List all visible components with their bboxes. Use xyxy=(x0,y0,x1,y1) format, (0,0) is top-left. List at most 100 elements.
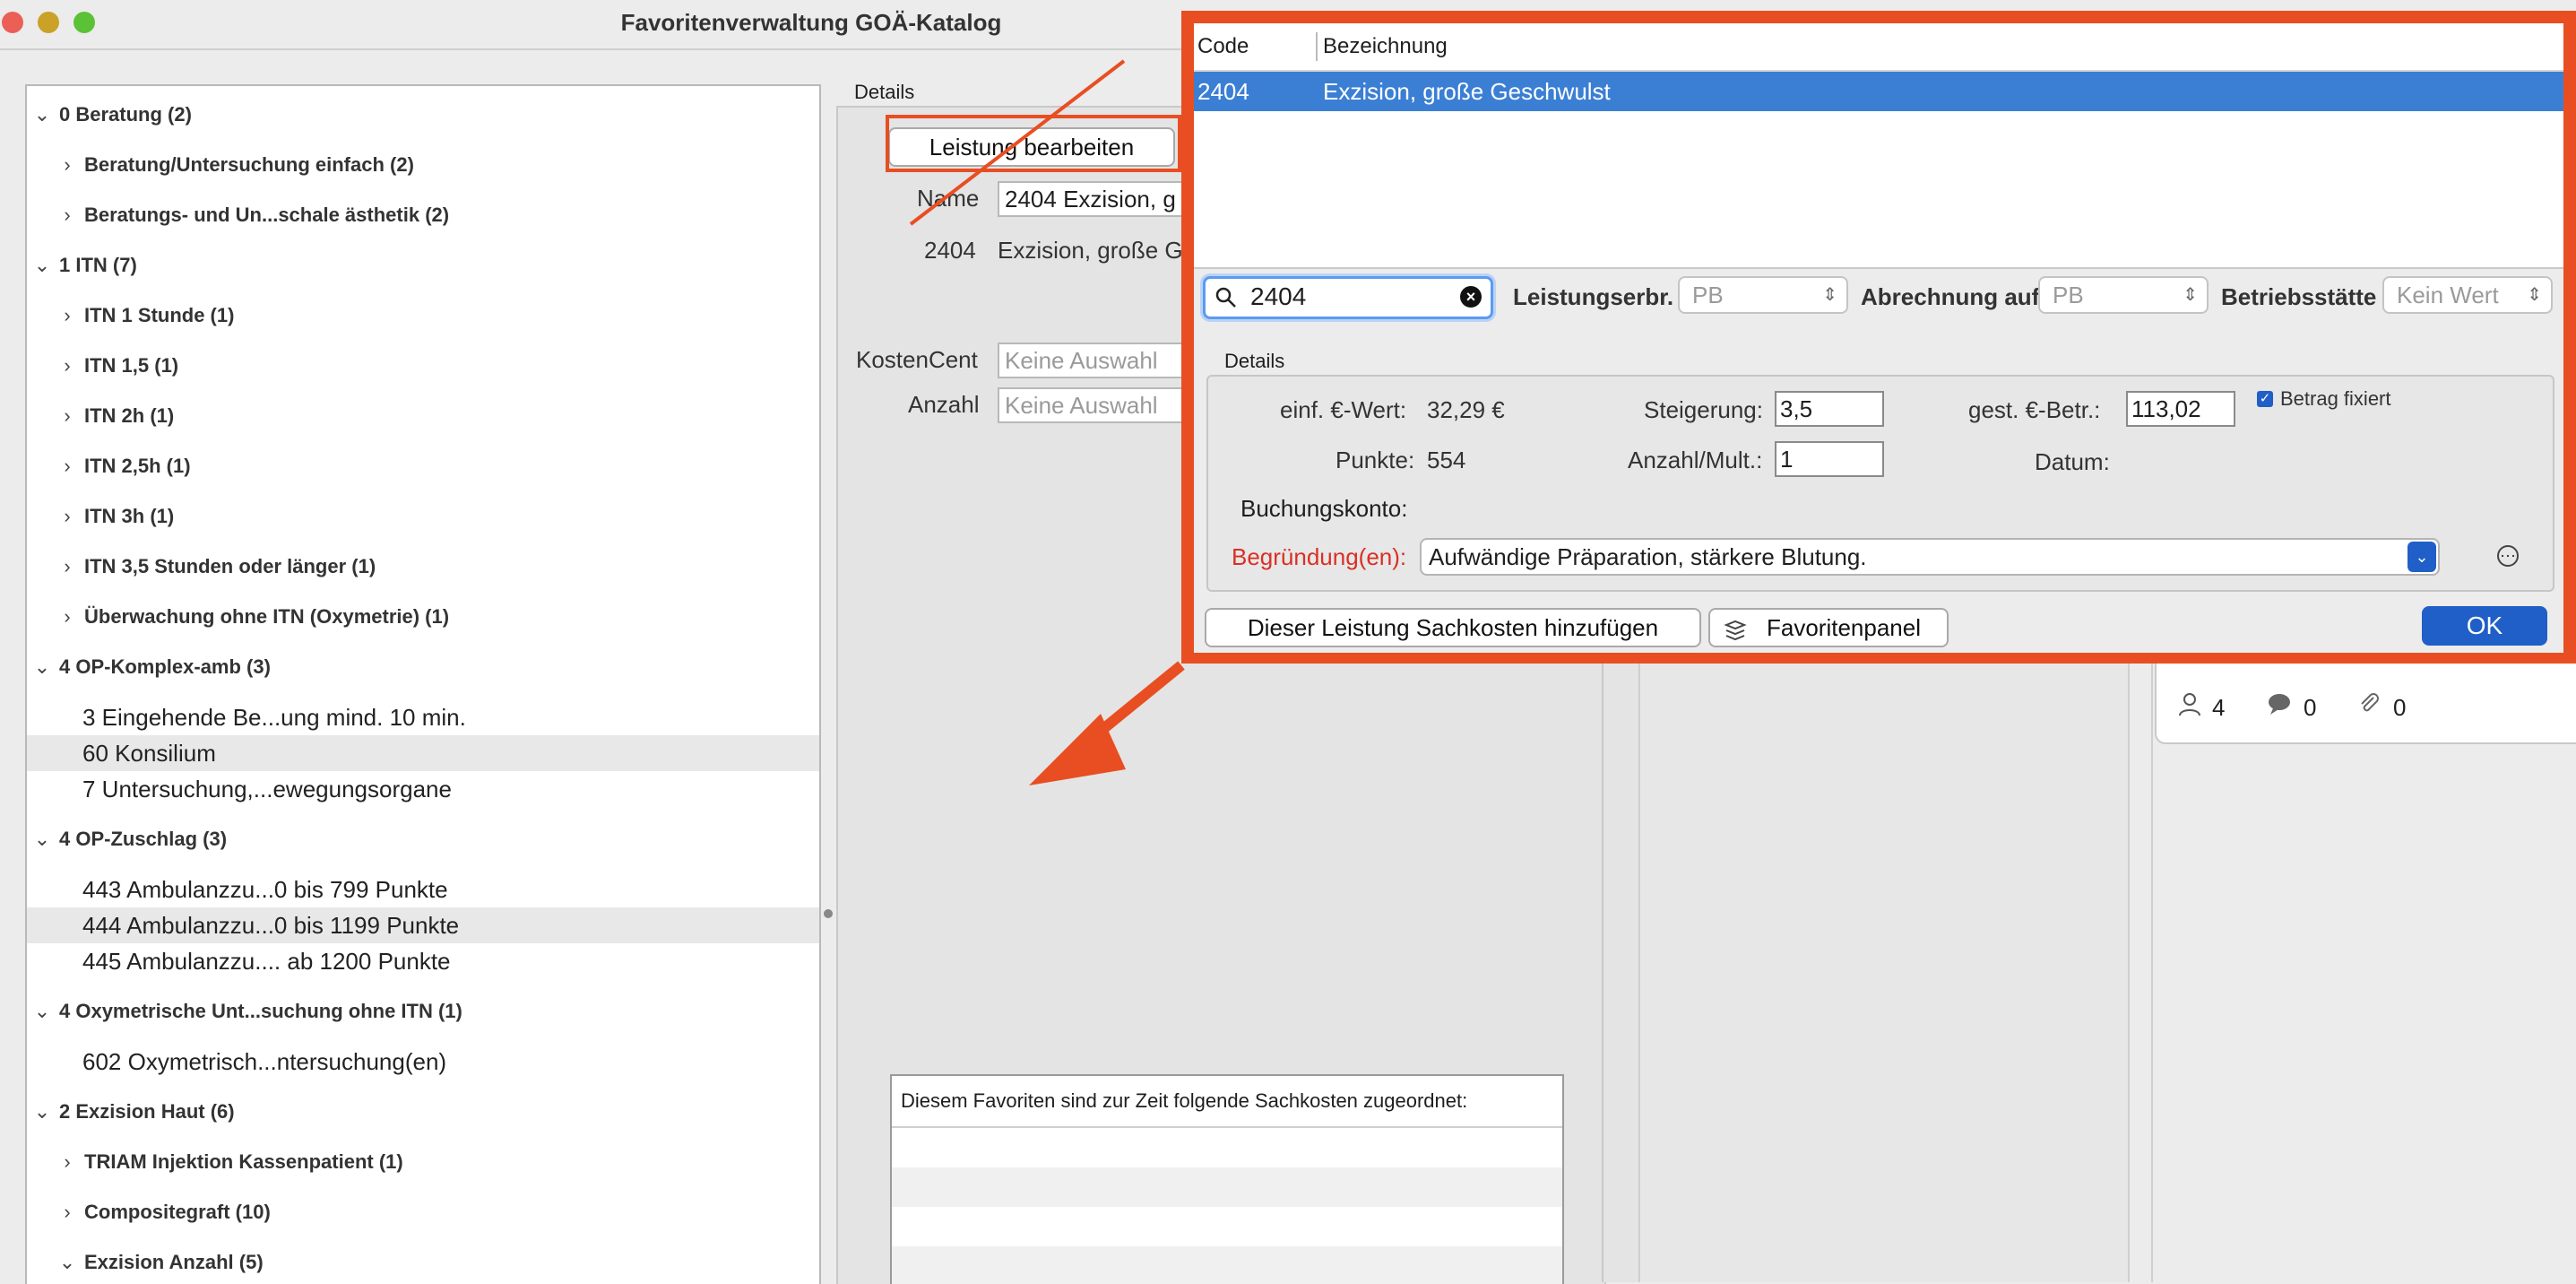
chevron-right-icon[interactable]: › xyxy=(57,1194,77,1230)
tree-group-item[interactable]: › ITN 1 Stunde (1) xyxy=(27,298,819,334)
tree-item-label: Beratung/Untersuchung einfach (2) xyxy=(84,153,414,176)
table-row[interactable] xyxy=(892,1246,1562,1284)
tree-item-label: 7 Untersuchung,...ewegungsorgane xyxy=(82,776,452,802)
add-material-costs-button[interactable]: Dieser Leistung Sachkosten hinzufügen xyxy=(1205,608,1701,647)
more-options-icon[interactable]: ··· xyxy=(2497,545,2519,567)
betrag-fixiert-checkbox[interactable]: ✓ xyxy=(2257,391,2273,407)
tree-leaf-item[interactable]: 445 Ambulanzzu.... ab 1200 Punkte xyxy=(27,943,819,979)
tree-group-item[interactable]: › Beratung/Untersuchung einfach (2) xyxy=(27,147,819,183)
leistungserbr-value: PB xyxy=(1692,282,1724,308)
tree-group-item[interactable]: ⌄ 4 OP-Komplex-amb (3) xyxy=(27,649,819,685)
col-bezeichnung-header[interactable]: Bezeichnung xyxy=(1323,23,1448,70)
begruendung-select[interactable]: Aufwändige Präparation, stärkere Blutung… xyxy=(1420,538,2440,576)
einf-value: 32,29 € xyxy=(1427,396,1505,423)
updown-chevron-icon: ⇕ xyxy=(2183,285,2198,305)
popup-details-title: Details xyxy=(1224,350,1285,372)
tree-group-item[interactable]: ⌄ Exzision Anzahl (5) xyxy=(27,1245,819,1280)
chevron-down-icon[interactable]: ⌄ xyxy=(32,247,52,283)
activity-card: 4 0 0 xyxy=(2155,664,2576,744)
punkte-label: Punkte: xyxy=(1336,447,1415,473)
chevron-down-icon[interactable]: ⌄ xyxy=(32,1094,52,1130)
chevron-right-icon[interactable]: › xyxy=(57,197,77,233)
chevron-down-icon[interactable]: ⌄ xyxy=(32,97,52,133)
col-code-header[interactable]: Code xyxy=(1197,23,1249,70)
tree-leaf-item[interactable]: 7 Untersuchung,...ewegungsorgane xyxy=(27,771,819,807)
clear-search-icon[interactable]: × xyxy=(1460,286,1482,308)
search-value: 2404 xyxy=(1250,282,1307,310)
chevron-right-icon[interactable]: › xyxy=(57,599,77,635)
punkte-value: 554 xyxy=(1427,447,1466,473)
abrechnung-select[interactable]: PB ⇕ xyxy=(2038,276,2209,314)
chevron-right-icon[interactable]: › xyxy=(57,1144,77,1180)
tree-group-item[interactable]: ⌄ 2 Exzision Haut (6) xyxy=(27,1094,819,1130)
anzahl-mult-input[interactable]: 1 xyxy=(1775,441,1884,477)
tree-group-item[interactable]: › Compositegraft (10) xyxy=(27,1194,819,1230)
gest-label: gest. €-Betr.: xyxy=(1968,396,2101,423)
tree-group-item[interactable]: ⌄ 4 OP-Zuschlag (3) xyxy=(27,821,819,857)
chevron-down-icon[interactable]: ⌄ xyxy=(32,993,52,1029)
tree-item-label: 1 ITN (7) xyxy=(59,254,137,276)
chevron-right-icon[interactable]: › xyxy=(57,298,77,334)
tree-group-item[interactable]: › ITN 3h (1) xyxy=(27,499,819,534)
tree-leaf-item[interactable]: 443 Ambulanzzu...0 bis 799 Punkte xyxy=(27,872,819,907)
chevron-right-icon[interactable]: › xyxy=(57,398,77,434)
tree-group-item[interactable]: › ITN 3,5 Stunden oder länger (1) xyxy=(27,549,819,585)
details-title: Details xyxy=(854,81,915,103)
anzahl-mult-label: Anzahl/Mult.: xyxy=(1628,447,1763,473)
tree-item-label: ITN 1,5 (1) xyxy=(84,354,179,377)
tree-group-item[interactable]: › ITN 1,5 (1) xyxy=(27,348,819,384)
tree-group-item[interactable]: ⌄ 1 ITN (7) xyxy=(27,247,819,283)
right-panel xyxy=(1638,664,2130,1282)
betrag-fixiert-label: Betrag fixiert xyxy=(2280,387,2391,410)
chevron-down-icon[interactable]: ⌄ xyxy=(2407,542,2436,572)
tree-group-item[interactable]: › Beratungs- und Un...schale ästhetik (2) xyxy=(27,197,819,233)
tree-group-item[interactable]: › TRIAM Injektion Kassenpatient (1) xyxy=(27,1144,819,1180)
gest-betrag-input[interactable]: 113,02 xyxy=(2126,391,2235,427)
leistungserbr-select[interactable]: PB ⇕ xyxy=(1678,276,1848,314)
chevron-right-icon[interactable]: › xyxy=(57,448,77,484)
chevron-down-icon[interactable]: ⌄ xyxy=(32,821,52,857)
anzahl-label: Anzahl xyxy=(908,391,980,418)
chevron-right-icon[interactable]: › xyxy=(57,499,77,534)
search-input[interactable]: 2404 × xyxy=(1203,276,1493,319)
tree-leaf-item[interactable]: 602 Oxymetrisch...ntersuchung(en) xyxy=(27,1044,819,1080)
material-costs-table: Diesem Favoriten sind zur Zeit folgende … xyxy=(890,1074,1564,1284)
annotation-highlight-box xyxy=(886,115,1181,172)
material-costs-header: Diesem Favoriten sind zur Zeit folgende … xyxy=(892,1076,1562,1128)
tree-leaf-item[interactable]: 444 Ambulanzzu...0 bis 1199 Punkte xyxy=(27,907,819,943)
chevron-right-icon[interactable]: › xyxy=(57,147,77,183)
begruendung-label: Begründung(en): xyxy=(1232,543,1407,570)
chevron-right-icon[interactable]: › xyxy=(57,549,77,585)
tree-item-label: ITN 2,5h (1) xyxy=(84,455,191,477)
chevron-right-icon[interactable]: › xyxy=(57,348,77,384)
chevron-down-icon[interactable]: ⌄ xyxy=(32,649,52,685)
table-row[interactable] xyxy=(892,1167,1562,1207)
tree-item-label: ITN 3,5 Stunden oder länger (1) xyxy=(84,555,376,577)
chevron-down-icon[interactable]: ⌄ xyxy=(57,1245,77,1280)
steigerung-label: Steigerung: xyxy=(1644,396,1763,423)
tree-leaf-item[interactable]: 60 Konsilium xyxy=(27,735,819,771)
table-row[interactable] xyxy=(892,1207,1562,1246)
table-row[interactable] xyxy=(892,1128,1562,1167)
tree-group-item[interactable]: ⌄ 0 Beratung (2) xyxy=(27,97,819,133)
tree-group-item[interactable]: › ITN 2h (1) xyxy=(27,398,819,434)
code-value: 2404 xyxy=(924,237,976,264)
tree-item-label: 4 OP-Zuschlag (3) xyxy=(59,828,228,850)
column-divider[interactable] xyxy=(1316,32,1318,61)
betriebsstaette-select[interactable]: Kein Wert ⇕ xyxy=(2382,276,2553,314)
table-row[interactable]: 2404 Exzision, große Geschwulst xyxy=(1194,72,2563,111)
updown-chevron-icon: ⇕ xyxy=(2527,285,2542,305)
tree-leaf-item[interactable]: 3 Eingehende Be...ung mind. 10 min. xyxy=(27,699,819,735)
steigerung-input[interactable]: 3,5 xyxy=(1775,391,1884,427)
splitter-handle[interactable] xyxy=(824,909,833,918)
tree-group-item[interactable]: › Überwachung ohne ITN (Oxymetrie) (1) xyxy=(27,599,819,635)
tree-group-item[interactable]: › ITN 2,5h (1) xyxy=(27,448,819,484)
code-table-header: Code Bezeichnung xyxy=(1194,23,2563,72)
code-description: Exzision, große G xyxy=(998,237,1183,264)
favorites-panel-icon xyxy=(1723,617,1748,653)
ok-button[interactable]: OK xyxy=(2422,606,2547,646)
tree-item-label: Beratungs- und Un...schale ästhetik (2) xyxy=(84,204,450,226)
favorites-panel-button[interactable]: Favoritenpanel xyxy=(1708,608,1949,647)
tree-group-item[interactable]: ⌄ 4 Oxymetrische Unt...suchung ohne ITN (… xyxy=(27,993,819,1029)
abrechnung-value: PB xyxy=(2053,282,2084,308)
